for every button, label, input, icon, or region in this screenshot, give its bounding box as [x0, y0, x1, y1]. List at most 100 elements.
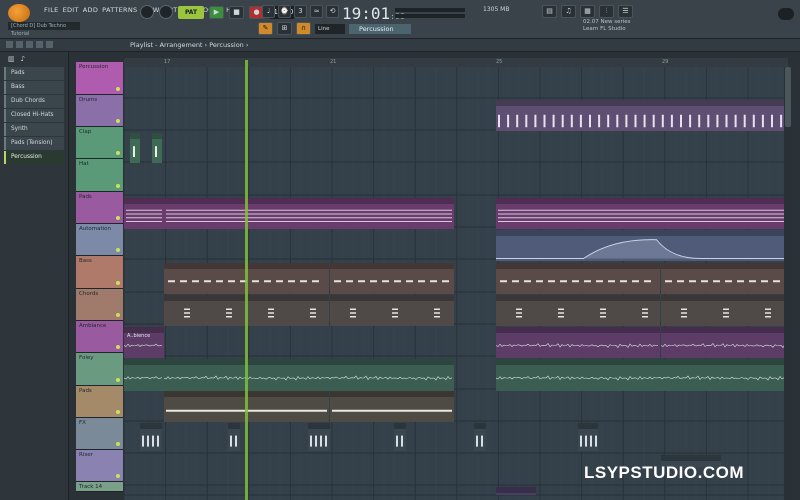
mixer-icon[interactable]: ⫶	[599, 5, 614, 18]
track-mute-led-icon[interactable]	[116, 248, 120, 252]
playlist-clip[interactable]: Water A..bience	[124, 327, 164, 358]
playhead[interactable]	[245, 60, 248, 500]
menu-item-file[interactable]: FILE	[44, 6, 59, 14]
playlist-clip[interactable]: Sy Osc - Osc 2 coarse pitch	[496, 230, 788, 261]
blend-notes-icon[interactable]: ≈	[310, 5, 323, 18]
browser-icon[interactable]: ☰	[618, 5, 633, 18]
picker-audio-icon[interactable]: ♪	[21, 55, 25, 63]
playlist-clip[interactable]: Pads	[124, 198, 164, 229]
picker-item[interactable]: Percussion	[4, 151, 64, 164]
track-header[interactable]: Drums	[76, 95, 123, 127]
snap-magnet-icon[interactable]: ∩	[296, 22, 311, 35]
track-mute-led-icon[interactable]	[116, 119, 120, 123]
playlist-clip[interactable]: Dub Chords	[330, 295, 454, 326]
playlist-clip[interactable]: Bass	[496, 263, 660, 294]
track-header[interactable]: Riser	[76, 450, 123, 482]
playlist-clip[interactable]: Dub Chords	[496, 295, 660, 326]
playlist-clip[interactable]: Bass	[661, 263, 788, 294]
playlist-clip[interactable]	[130, 133, 140, 163]
vertical-scrollbar[interactable]	[784, 67, 792, 500]
playlist-grid[interactable]: Drums Pads Pads Pads Sy Osc - Osc 2 coarse p…	[124, 67, 788, 500]
master-pitch-knob[interactable]	[159, 5, 173, 19]
fl-studio-logo-icon[interactable]	[8, 4, 30, 22]
track-header[interactable]: Hat	[76, 159, 123, 192]
track-header[interactable]: FX	[76, 418, 123, 450]
wait-input-icon[interactable]: ⌚	[278, 5, 291, 18]
picker-item[interactable]: Bass	[4, 81, 64, 94]
track-header[interactable]: Ambiance	[76, 321, 123, 353]
menu-item-patterns[interactable]: PATTERNS	[102, 6, 137, 14]
menu-item-add[interactable]: ADD	[83, 6, 98, 14]
picker-item[interactable]: Closed Hi-Hats	[4, 109, 64, 122]
channel-rack-icon[interactable]: ▦	[580, 5, 595, 18]
track-mute-led-icon[interactable]	[116, 184, 120, 188]
track-mute-led-icon[interactable]	[116, 378, 120, 382]
track-header[interactable]: Pads	[76, 386, 123, 418]
metronome-icon[interactable]: ♩	[262, 5, 275, 18]
playlist-clip[interactable]: FL..SE	[578, 423, 598, 451]
track-header[interactable]: Percussion	[76, 62, 123, 95]
playlist-clip[interactable]: Water Ambience	[661, 327, 788, 358]
track-header[interactable]: Bass	[76, 256, 123, 289]
playlist-clip[interactable]	[228, 423, 240, 451]
track-mute-led-icon[interactable]	[116, 474, 120, 478]
picker-item[interactable]: Synth	[4, 123, 64, 136]
picker-item[interactable]: Pads (Tension)	[4, 137, 64, 150]
select-icon[interactable]	[36, 41, 43, 48]
master-volume-knob[interactable]	[140, 5, 154, 19]
playlist-clip[interactable]: Water Ambience	[496, 327, 660, 358]
track-header[interactable]: Automation	[76, 224, 123, 256]
paint-tool-icon[interactable]: ⊞	[277, 22, 292, 35]
playlist-icon[interactable]: ▤	[542, 5, 557, 18]
track-mute-led-icon[interactable]	[116, 345, 120, 349]
track-mute-led-icon[interactable]	[116, 216, 120, 220]
menu-item-edit[interactable]: EDIT	[63, 6, 79, 14]
playlist-clip[interactable]	[474, 423, 486, 451]
snap-mode-select[interactable]: Line	[315, 23, 345, 34]
playlist-clip[interactable]	[152, 133, 162, 163]
playlist-clip[interactable]: Riff - Track 13	[496, 487, 536, 495]
track-mute-led-icon[interactable]	[116, 410, 120, 414]
slice-icon[interactable]	[26, 41, 33, 48]
track-header[interactable]: Foley	[76, 353, 123, 386]
zoom-icon[interactable]	[46, 41, 53, 48]
playlist-clip[interactable]: Footst..s Foley	[124, 359, 164, 391]
menu-arrow-icon[interactable]	[6, 41, 13, 48]
track-header[interactable]: Chords	[76, 289, 123, 321]
snap-icon[interactable]	[16, 41, 23, 48]
playlist-clip[interactable]: Pads	[496, 198, 788, 229]
playlist-clip[interactable]: Footsteps Foley	[164, 359, 454, 391]
track-header[interactable]: Clap	[76, 127, 123, 159]
track-mute-led-icon[interactable]	[116, 281, 120, 285]
playlist-clip[interactable]	[394, 423, 406, 451]
playlist-clip[interactable]	[308, 423, 330, 451]
track-mute-led-icon[interactable]	[116, 442, 120, 446]
playlist-clip[interactable]: Dub Chords	[661, 295, 788, 326]
track-mute-led-icon[interactable]	[116, 313, 120, 317]
countdown-icon[interactable]: 3	[294, 5, 307, 18]
playlist-clip[interactable]: Bass	[330, 263, 454, 294]
track-mute-led-icon[interactable]	[116, 87, 120, 91]
playlist-clip[interactable]: Footsteps Foley	[496, 359, 788, 391]
playlist-clip[interactable]	[140, 423, 162, 451]
draw-tool-icon[interactable]: ✎	[258, 22, 273, 35]
picker-menu-icon[interactable]: ▥	[8, 55, 15, 63]
playlist-clip[interactable]: Pads	[164, 198, 454, 229]
piano-roll-icon[interactable]: ♫	[561, 5, 576, 18]
breadcrumb[interactable]: Playlist - Arrangement › Percussion ›	[130, 41, 248, 49]
current-channel-select[interactable]: Percussion	[349, 23, 411, 34]
pattern-song-toggle[interactable]: PAT	[178, 5, 204, 19]
stop-button[interactable]: ■	[229, 5, 244, 19]
track-header[interactable]: Pads	[76, 192, 123, 224]
loop-record-icon[interactable]: ⟲	[326, 5, 339, 18]
track-header[interactable]: Track 14	[76, 482, 123, 492]
playlist-clip[interactable]: Drums	[496, 100, 788, 131]
timeline-ruler[interactable]: 17 21 25 29	[124, 58, 788, 67]
scrollbar-thumb[interactable]	[785, 67, 791, 127]
track-mute-led-icon[interactable]	[116, 151, 120, 155]
tool-shape-icon[interactable]	[778, 8, 794, 20]
play-button[interactable]: ▶	[209, 5, 224, 19]
picker-item[interactable]: Pads	[4, 67, 64, 80]
news-panel[interactable]: 02.07 New series Learn FL Studio	[583, 19, 631, 33]
picker-item[interactable]: Dub Chords	[4, 95, 64, 108]
